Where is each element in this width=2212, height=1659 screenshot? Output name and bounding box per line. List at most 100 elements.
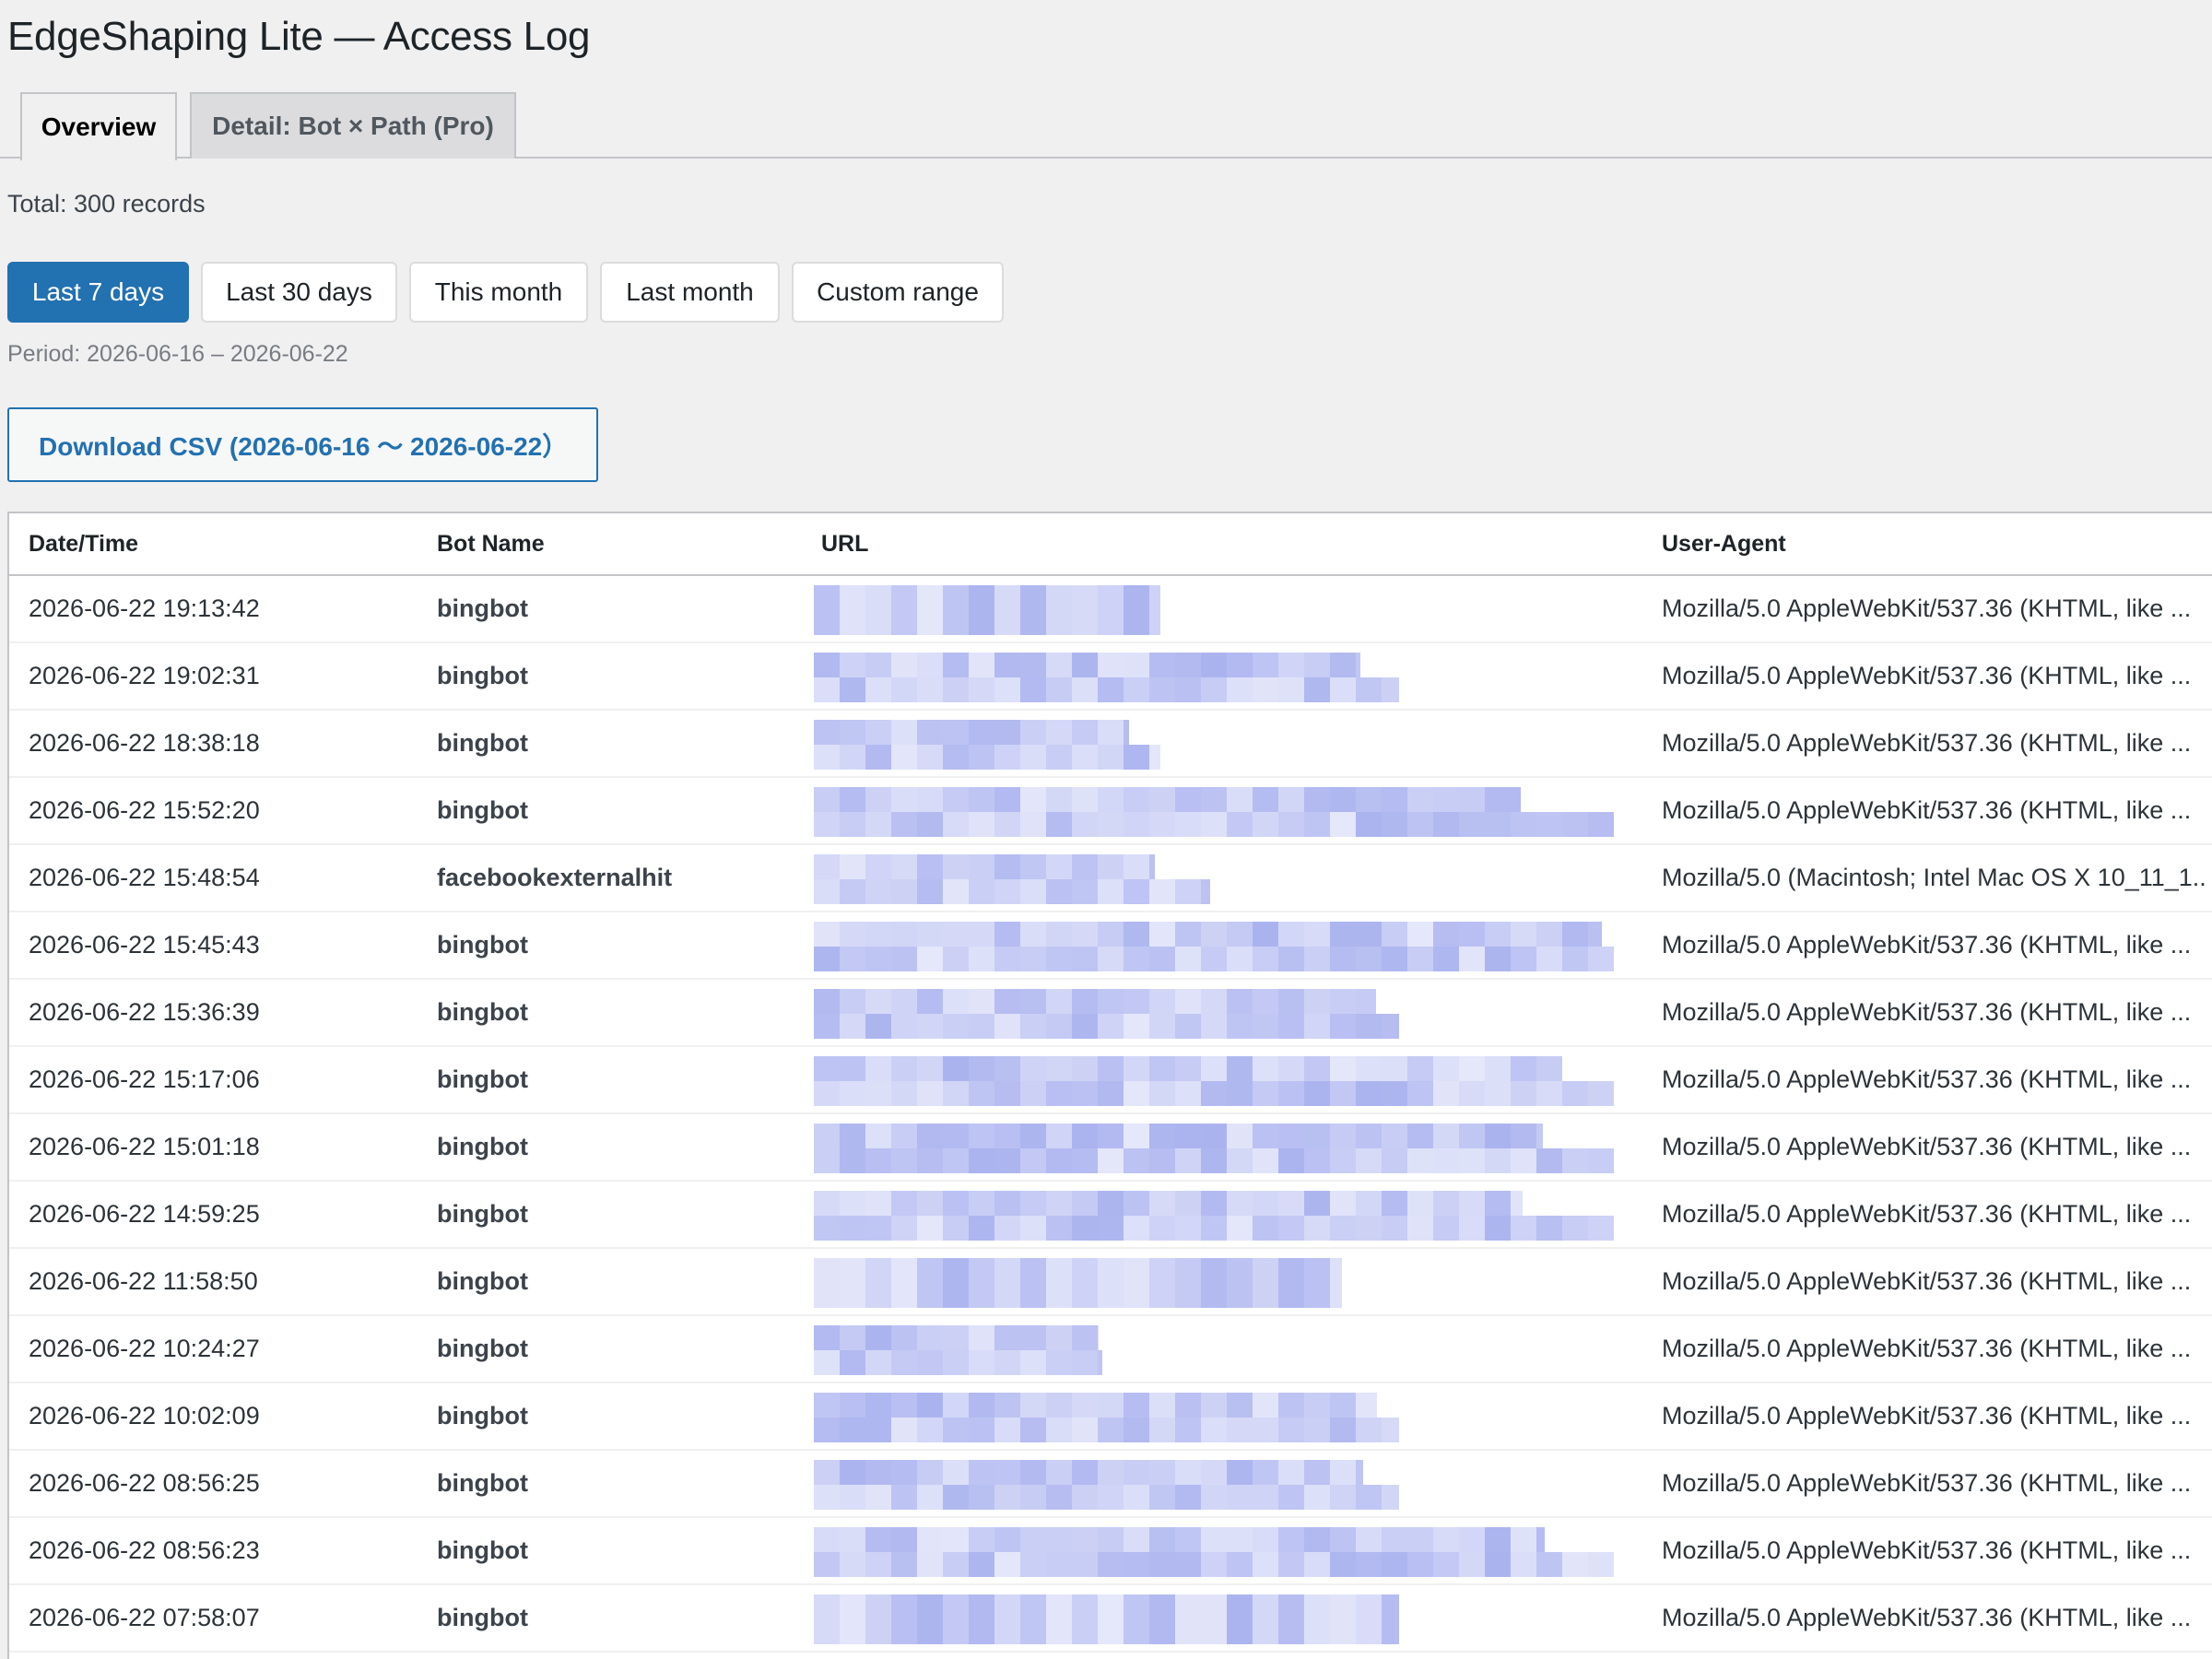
url-pixel [943,1552,969,1577]
download-csv-button[interactable]: Download CSV (2026-06-16 〜 2026-06-22） [7,407,598,482]
url-pixel [1433,1056,1459,1081]
cell-url-redacted[interactable] [814,1460,1639,1510]
url-pixel [1124,787,1149,812]
url-pixel [1278,1258,1304,1308]
column-header-bot-name[interactable]: Bot Name [437,513,545,574]
url-pixel [1330,1552,1356,1577]
column-header-datetime[interactable]: Date/Time [29,513,138,574]
url-pixel [917,947,943,971]
cell-url-redacted[interactable] [814,1258,1639,1308]
url-pixel [1304,1148,1330,1173]
url-pixel [994,1014,1020,1039]
cell-url-redacted[interactable] [814,1191,1639,1241]
url-pixel [969,745,994,770]
url-pixel [1227,947,1253,971]
cell-user-agent: Mozilla/5.0 AppleWebKit/537.36 (KHTML, l… [1662,1133,2192,1160]
cell-url-redacted[interactable] [814,720,1639,770]
url-pixel [1175,879,1201,904]
url-pixel [1485,1081,1511,1106]
cell-url-redacted[interactable] [814,585,1639,635]
url-pixel [1098,720,1124,745]
url-pixel [1149,1258,1175,1308]
url-pixel [1149,1393,1175,1418]
url-pixel [1149,1056,1175,1081]
range-last-7-days-button[interactable]: Last 7 days [7,262,189,323]
cell-url-redacted[interactable] [814,1056,1639,1106]
url-pixel [969,585,994,635]
url-pixel [840,989,865,1014]
url-pixel [943,922,969,947]
cell-url-redacted[interactable] [814,787,1639,837]
url-pixel [1046,947,1072,971]
url-pixel [1201,1460,1227,1485]
url-pixel [814,1350,840,1375]
column-header-url[interactable]: URL [821,513,868,574]
url-pixel [1253,1393,1278,1418]
url-pixel [1149,1552,1175,1577]
cell-bot-name: bingbot [437,1267,528,1295]
url-pixel [994,653,1020,677]
cell-url-redacted[interactable] [814,1393,1639,1442]
range-last-30-days-button[interactable]: Last 30 days [201,262,397,323]
url-pixel [994,1485,1020,1510]
url-pixel [1253,1594,1278,1644]
url-pixel [1020,1124,1046,1148]
url-pixel [1407,1124,1433,1148]
url-pixel [1382,1056,1407,1081]
cell-datetime: 2026-06-22 15:01:18 [29,1133,260,1160]
url-pixel [865,1191,891,1216]
url-pixel [1149,1418,1175,1442]
url-pixel [1511,1527,1536,1552]
cell-url-redacted[interactable] [814,989,1639,1039]
url-pixel [943,1325,969,1350]
cell-user-agent: Mozilla/5.0 AppleWebKit/537.36 (KHTML, l… [1662,1536,2192,1564]
url-pixel [814,947,840,971]
url-pixel [1072,1216,1098,1241]
cell-bot-name: bingbot [437,1133,528,1160]
url-pixel [1511,812,1536,837]
url-pixel [917,745,943,770]
url-pixel [1149,1081,1175,1106]
cell-url-redacted[interactable] [814,1527,1639,1577]
range-this-month-button[interactable]: This month [409,262,588,323]
url-pixel [1201,812,1227,837]
url-pixel [994,1552,1020,1577]
url-pixel [865,1258,891,1308]
tab-overview[interactable]: Overview [20,92,177,160]
url-pixel [1098,1056,1124,1081]
url-pixel [1149,1191,1175,1216]
url-pixel [1227,1258,1253,1308]
url-pixel [1149,947,1175,971]
url-pixel [943,1418,969,1442]
url-pixel [1356,787,1382,812]
url-pixel [1098,745,1124,770]
url-pixel [891,1485,917,1510]
range-last-month-button[interactable]: Last month [600,262,780,323]
cell-user-agent: Mozilla/5.0 AppleWebKit/537.36 (KHTML, l… [1662,796,2192,824]
url-pixel [1278,1460,1304,1485]
url-pixel [1175,1393,1201,1418]
tab-detail-bot-path[interactable]: Detail: Bot × Path (Pro) [190,92,516,159]
url-pixel [1098,1148,1124,1173]
cell-url-redacted[interactable] [814,1325,1639,1375]
column-header-user-agent[interactable]: User-Agent [1662,513,1786,574]
cell-url-redacted[interactable] [814,1124,1639,1173]
url-pixel [1253,677,1278,702]
url-pixel [943,1124,969,1148]
cell-url-redacted[interactable] [814,922,1639,971]
url-pixel [1433,947,1459,971]
url-pixel [1304,1485,1330,1510]
url-pixel [1227,1552,1253,1577]
cell-url-redacted[interactable] [814,653,1639,702]
url-pixel [994,1191,1020,1216]
cell-url-redacted[interactable] [814,854,1639,904]
url-pixel [1459,1124,1485,1148]
url-pixel [1098,1485,1124,1510]
table-header: Date/Time Bot Name URL User-Agent [9,513,2212,576]
url-pixel [1201,1216,1227,1241]
url-pixel [1588,922,1602,947]
range-custom-button[interactable]: Custom range [792,262,1004,323]
cell-url-redacted[interactable] [814,1594,1639,1644]
url-pixel [1511,1081,1536,1106]
url-pixel [1278,989,1304,1014]
